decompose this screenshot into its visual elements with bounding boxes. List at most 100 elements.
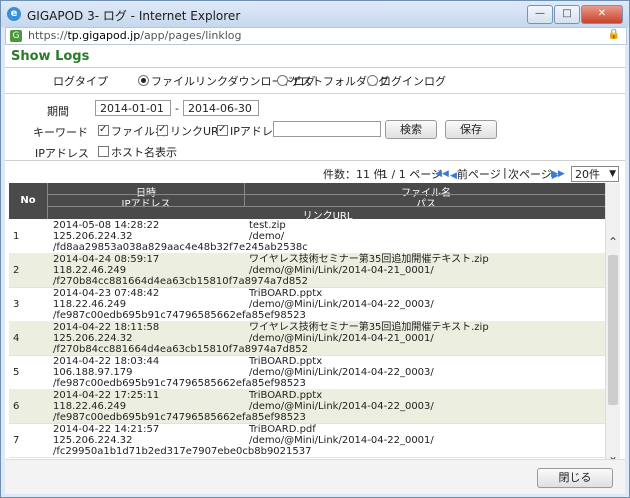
page-title: Show Logs bbox=[11, 49, 90, 64]
row-number: 1 bbox=[13, 231, 20, 242]
scroll-up-icon[interactable]: ⌃ bbox=[606, 235, 620, 249]
title-bar: e GIGAPOD 3- ログ - Internet Explorer — □ … bbox=[1, 1, 629, 27]
row-filename: ワイヤレス技術セミナー第35回追加開催テキスト.zip bbox=[249, 254, 489, 265]
row-filename: TriBOARD.pdf bbox=[249, 424, 316, 435]
checkbox-checked-icon bbox=[217, 125, 228, 136]
save-button[interactable]: 保存 bbox=[445, 120, 497, 139]
col-no: No bbox=[9, 183, 48, 219]
row-link-url: /fc29950a1b1d71b2ed317e7907ebe0cb8b90215… bbox=[53, 446, 312, 457]
table-row[interactable]: 3 2014-04-23 07:48:42 TriBOARD.pptx 118.22.… bbox=[9, 287, 609, 322]
prev-page-link[interactable]: ◀前ページ bbox=[450, 166, 501, 182]
date-to-input[interactable]: 2014-06-30 bbox=[183, 100, 259, 116]
minimize-button[interactable]: — bbox=[527, 5, 553, 24]
search-button[interactable]: 検索 bbox=[385, 120, 437, 139]
row-ip: 106.188.97.179 bbox=[53, 367, 133, 378]
row-number: 6 bbox=[13, 401, 20, 412]
page-content: Show Logs ログタイプ ファイルリンクダウンロードログ ゲストフォルダロ… bbox=[5, 45, 625, 494]
pager-divider: | bbox=[503, 166, 507, 179]
row-link-url: /f270b84cc881664d4ea63cb15810f7a8974a7d8… bbox=[53, 276, 308, 287]
checkbox-icon bbox=[98, 146, 109, 157]
table-row[interactable]: 7 2014-04-22 14:21:57 TriBOARD.pdf 125.206.… bbox=[9, 423, 609, 458]
table-row[interactable]: 6 2014-04-22 17:25:11 TriBOARD.pptx 118.22.… bbox=[9, 389, 609, 424]
window-controls: — □ ✕ bbox=[526, 5, 623, 24]
row-path: /demo/@Mini/Link/2014-04-22_0001/ bbox=[249, 435, 434, 446]
row-number: 4 bbox=[13, 333, 20, 344]
close-button[interactable]: 閉じる bbox=[537, 468, 613, 488]
table-row[interactable]: 4 2014-04-22 18:11:58 ワイヤレス技術セミナー第35回追加開催テ… bbox=[9, 321, 609, 356]
row-ip: 118.22.46.249 bbox=[53, 401, 127, 412]
row-datetime: 2014-05-08 14:28:22 bbox=[53, 220, 160, 231]
table-scrollbar[interactable]: ⌃ ⌄ bbox=[605, 183, 620, 463]
ie-icon: e bbox=[7, 7, 21, 21]
row-link-url: /fe987c00edb695b91c74796585662efa85ef985… bbox=[53, 412, 306, 423]
row-filename: TriBOARD.pptx bbox=[249, 356, 323, 367]
date-separator: - bbox=[175, 102, 179, 115]
per-page-select[interactable]: 20件 ▼ bbox=[571, 166, 619, 182]
row-ip: 125.206.224.32 bbox=[53, 231, 133, 242]
table-row[interactable]: 1 2014-05-08 14:28:22 test.zip 125.206.224.… bbox=[9, 219, 609, 254]
keyword-label: キーワード bbox=[33, 126, 88, 139]
checkbox-checked-icon bbox=[98, 125, 109, 136]
row-ip: 118.22.46.249 bbox=[53, 299, 127, 310]
window-title: GIGAPOD 3- ログ - Internet Explorer bbox=[27, 9, 241, 23]
first-page-icon[interactable]: ◀◀ bbox=[435, 166, 449, 179]
table-row[interactable]: 5 2014-04-22 18:03:44 TriBOARD.pptx 106.188… bbox=[9, 355, 609, 390]
keyword-filename-checkbox[interactable]: ファイル名 bbox=[98, 123, 166, 139]
prev-icon: ◀ bbox=[450, 171, 457, 181]
row-number: 3 bbox=[13, 299, 20, 310]
row-number: 5 bbox=[13, 367, 20, 378]
row-path: /demo/ bbox=[249, 231, 285, 242]
row-ip: 125.206.224.32 bbox=[53, 435, 133, 446]
chevron-down-icon: ▼ bbox=[609, 169, 616, 179]
log-type-label: ログタイプ bbox=[53, 75, 108, 88]
footer-bar: 閉じる bbox=[5, 459, 625, 494]
row-filename: ワイヤレス技術セミナー第35回追加開催テキスト.zip bbox=[249, 322, 489, 333]
radio-icon bbox=[277, 75, 288, 86]
close-window-button[interactable]: ✕ bbox=[581, 5, 623, 24]
divider bbox=[5, 160, 625, 161]
keyword-link-url-checkbox[interactable]: リンクURL bbox=[157, 123, 225, 139]
row-link-url: /fe987c00edb695b91c74796585662efa85ef985… bbox=[53, 378, 306, 389]
row-link-url: /fd8aa29853a038a829aac4e48b32f7e245ab253… bbox=[53, 242, 308, 253]
row-filename: test.zip bbox=[249, 220, 286, 231]
row-path: /demo/@Mini/Link/2014-04-21_0001/ bbox=[249, 333, 434, 344]
ip-label: IPアドレス bbox=[35, 147, 89, 160]
row-path: /demo/@Mini/Link/2014-04-21_0001/ bbox=[249, 265, 434, 276]
row-number: 7 bbox=[13, 435, 20, 446]
last-page-icon[interactable]: ▶▶ bbox=[551, 166, 565, 179]
site-favicon-icon: G bbox=[10, 30, 22, 42]
row-datetime: 2014-04-22 14:21:57 bbox=[53, 424, 160, 435]
page-indicator: 1 / 1 ページ bbox=[381, 168, 442, 181]
row-datetime: 2014-04-22 17:25:11 bbox=[53, 390, 160, 401]
radio-icon bbox=[367, 75, 378, 86]
divider bbox=[5, 67, 625, 68]
row-link-url: /fe987c00edb695b91c74796585662efa85ef985… bbox=[53, 310, 306, 321]
divider bbox=[5, 93, 625, 94]
row-filename: TriBOARD.pptx bbox=[249, 288, 323, 299]
row-datetime: 2014-04-22 18:11:58 bbox=[53, 322, 160, 333]
radio-checked-icon bbox=[138, 75, 149, 86]
show-hostname-checkbox[interactable]: ホスト名表示 bbox=[98, 144, 177, 160]
table-header: No 日時 ファイル名 IPアドレス パス リンクURL bbox=[9, 183, 609, 222]
period-label: 期間 bbox=[47, 105, 69, 118]
row-ip: 118.22.46.249 bbox=[53, 265, 127, 276]
log-table-body: 1 2014-05-08 14:28:22 test.zip 125.206.224.… bbox=[9, 219, 609, 463]
row-link-url: /f270b84cc881664d4ea63cb15810f7a8974a7d8… bbox=[53, 344, 308, 355]
address-bar[interactable]: G https://tp.gigapod.jp/app/pages/linklo… bbox=[5, 27, 627, 45]
date-from-input[interactable]: 2014-01-01 bbox=[95, 100, 171, 116]
row-datetime: 2014-04-22 18:03:44 bbox=[53, 356, 160, 367]
maximize-button[interactable]: □ bbox=[554, 5, 580, 24]
checkbox-checked-icon bbox=[157, 125, 168, 136]
scrollbar-thumb[interactable] bbox=[608, 255, 618, 405]
row-ip: 125.206.224.32 bbox=[53, 333, 133, 344]
log-type-login-radio[interactable]: ログインログ bbox=[367, 73, 446, 89]
record-count: 件数：11 件 bbox=[323, 168, 385, 181]
row-path: /demo/@Mini/Link/2014-04-22_0003/ bbox=[249, 367, 434, 378]
browser-window: e GIGAPOD 3- ログ - Internet Explorer — □ … bbox=[0, 0, 630, 498]
keyword-input[interactable] bbox=[273, 121, 381, 137]
row-number: 2 bbox=[13, 265, 20, 276]
address-url: https://tp.gigapod.jp/app/pages/linklog bbox=[28, 29, 242, 42]
table-row[interactable]: 2 2014-04-24 08:59:17 ワイヤレス技術セミナー第35回追加開催テ… bbox=[9, 253, 609, 288]
row-filename: TriBOARD.pptx bbox=[249, 390, 323, 401]
lock-icon: 🔒 bbox=[607, 29, 620, 40]
